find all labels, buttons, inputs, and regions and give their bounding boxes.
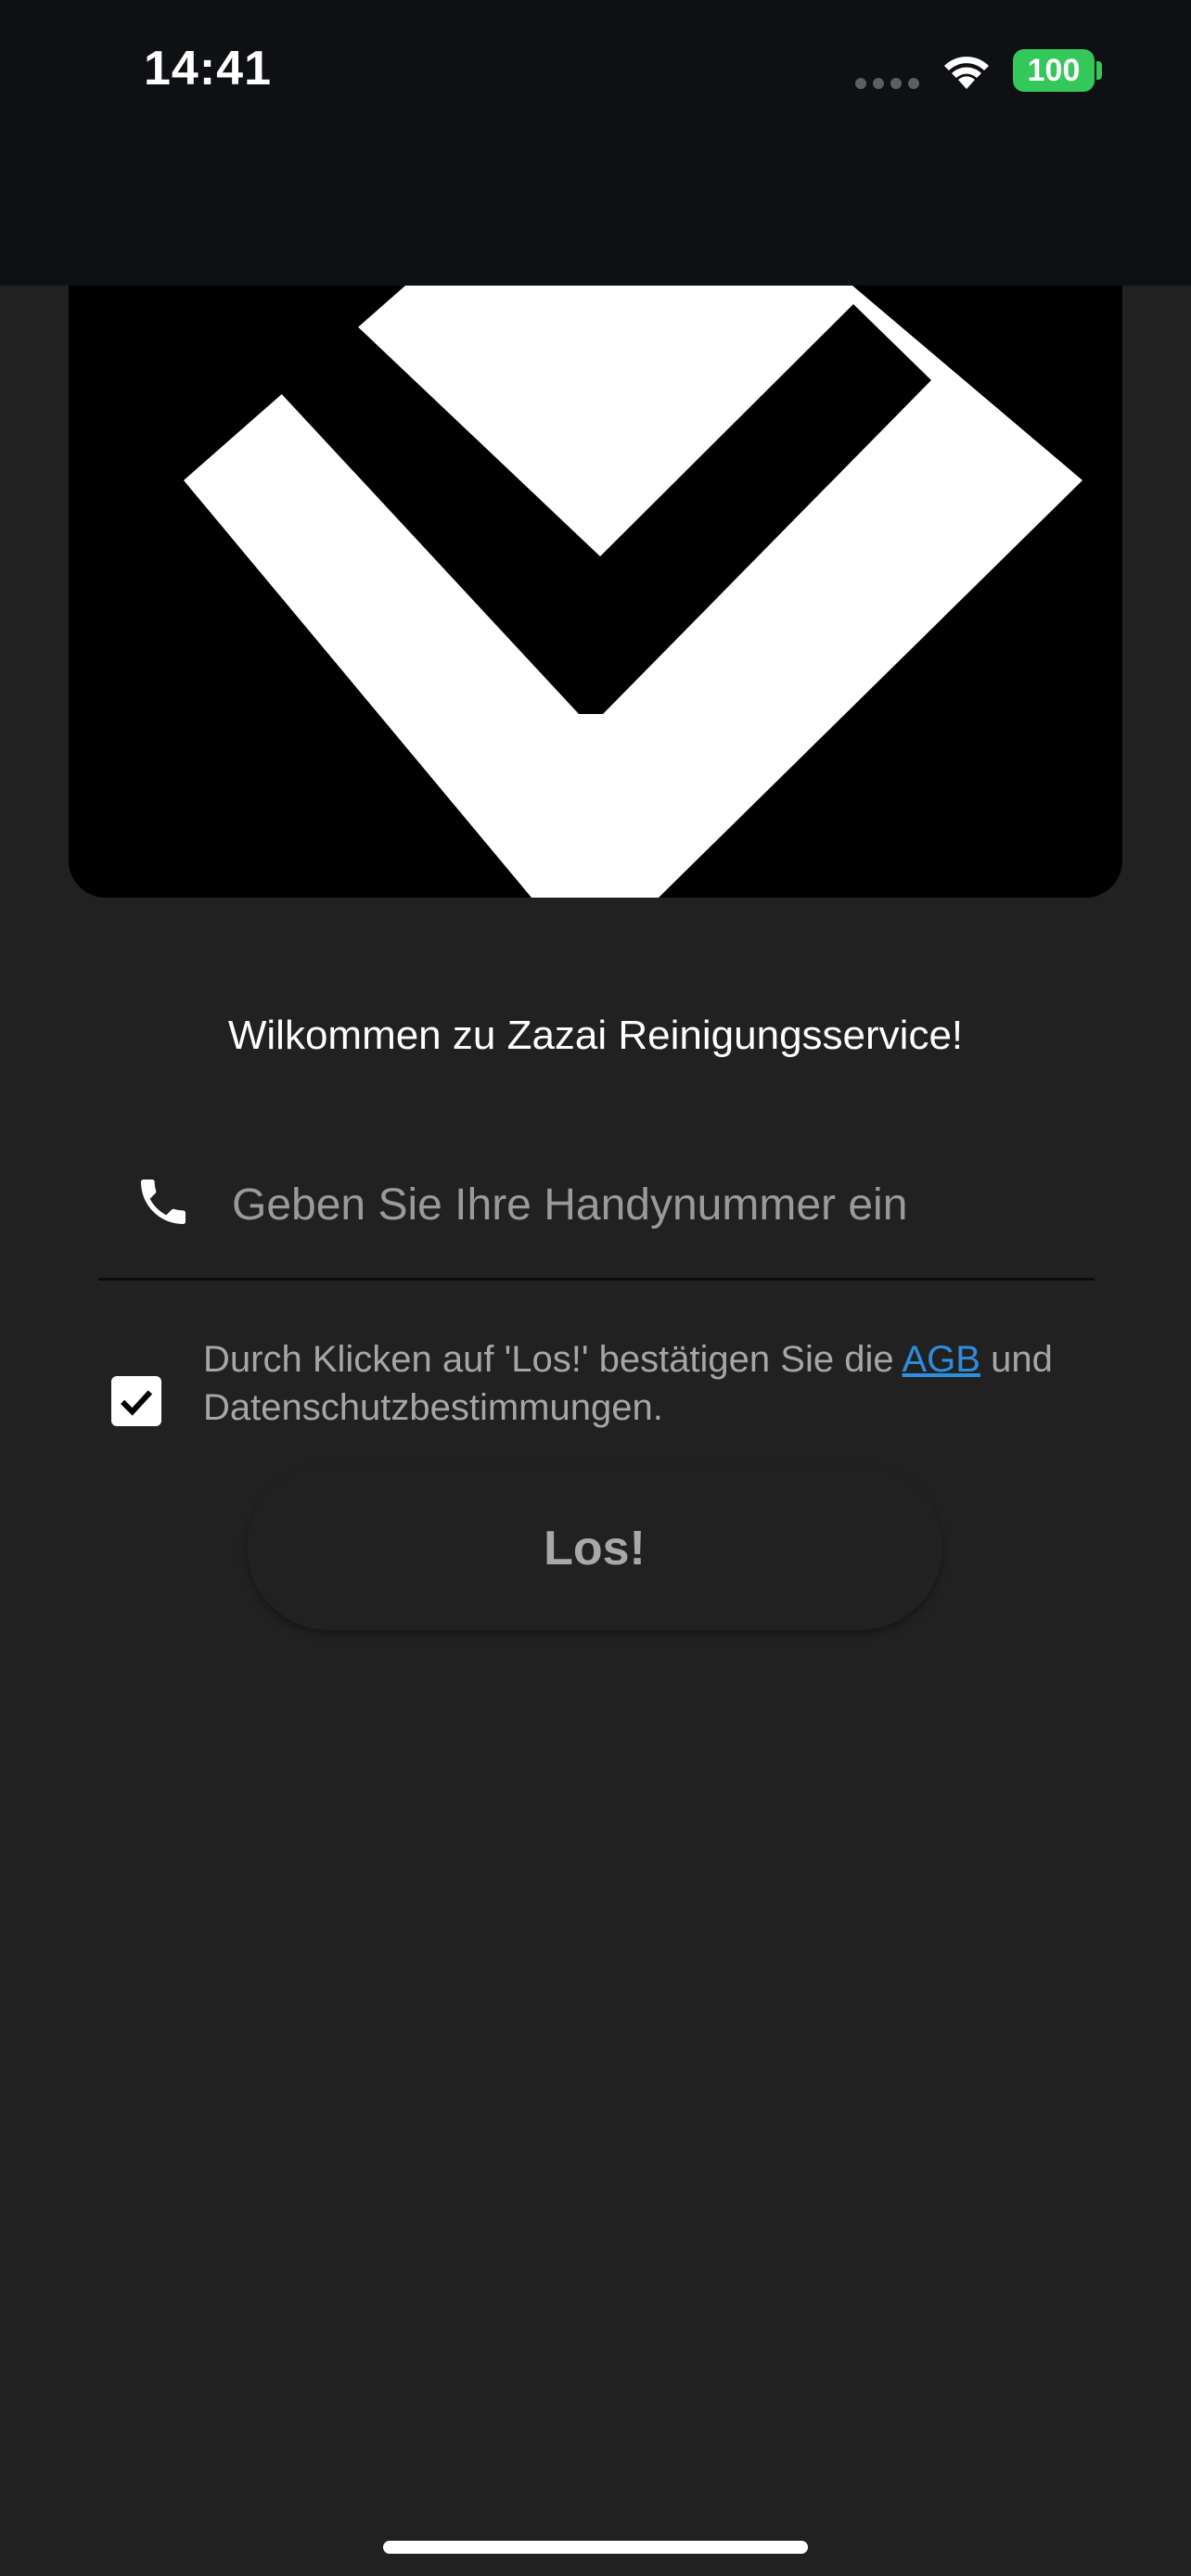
status-bar: 14:41 100: [0, 0, 1191, 286]
status-time: 14:41: [144, 42, 272, 96]
home-indicator[interactable]: [383, 2541, 808, 2554]
terms-text: Durch Klicken auf 'Los!' bestätigen Sie …: [203, 1335, 1094, 1432]
terms-text-before: Durch Klicken auf 'Los!' bestätigen Sie …: [203, 1339, 903, 1380]
logo-card: [69, 286, 1122, 898]
wifi-icon: [944, 57, 989, 89]
battery-icon: 100: [1013, 49, 1095, 92]
battery-tip: [1096, 61, 1102, 80]
cellular-signal-icon: [855, 78, 920, 89]
phone-icon: [141, 1180, 186, 1224]
agb-link[interactable]: AGB: [903, 1339, 980, 1380]
zazai-logo-icon: [69, 286, 1122, 898]
phone-number-field[interactable]: [98, 1150, 1095, 1281]
phone-number-input[interactable]: [232, 1163, 1067, 1246]
battery-level: 100: [1027, 52, 1081, 88]
checkmark-icon: [121, 1390, 153, 1416]
los-button[interactable]: Los!: [247, 1465, 942, 1630]
welcome-message: Wilkommen zu Zazai Reinigungsservice!: [227, 1013, 964, 1058]
terms-checkbox[interactable]: [111, 1376, 161, 1426]
